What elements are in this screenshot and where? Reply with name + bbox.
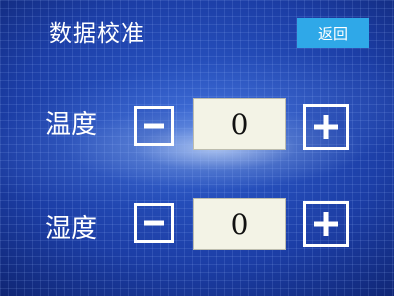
page-title: 数据校准: [49, 21, 145, 47]
minus-icon: [144, 123, 164, 129]
back-button[interactable]: 返回: [297, 18, 369, 48]
temperature-increase-button[interactable]: [303, 104, 349, 150]
plus-icon: [314, 212, 338, 236]
humidity-decrease-button[interactable]: [134, 203, 174, 243]
minus-icon: [144, 220, 164, 226]
temperature-decrease-button[interactable]: [134, 106, 174, 146]
temperature-value-field[interactable]: 0: [193, 98, 286, 150]
plus-icon: [314, 115, 338, 139]
calibration-screen: 数据校准 返回 温度 0 湿度 0: [0, 0, 394, 296]
temperature-label: 温度: [45, 110, 98, 140]
humidity-value-field[interactable]: 0: [193, 198, 286, 250]
humidity-increase-button[interactable]: [303, 201, 349, 247]
humidity-label: 湿度: [45, 214, 98, 244]
